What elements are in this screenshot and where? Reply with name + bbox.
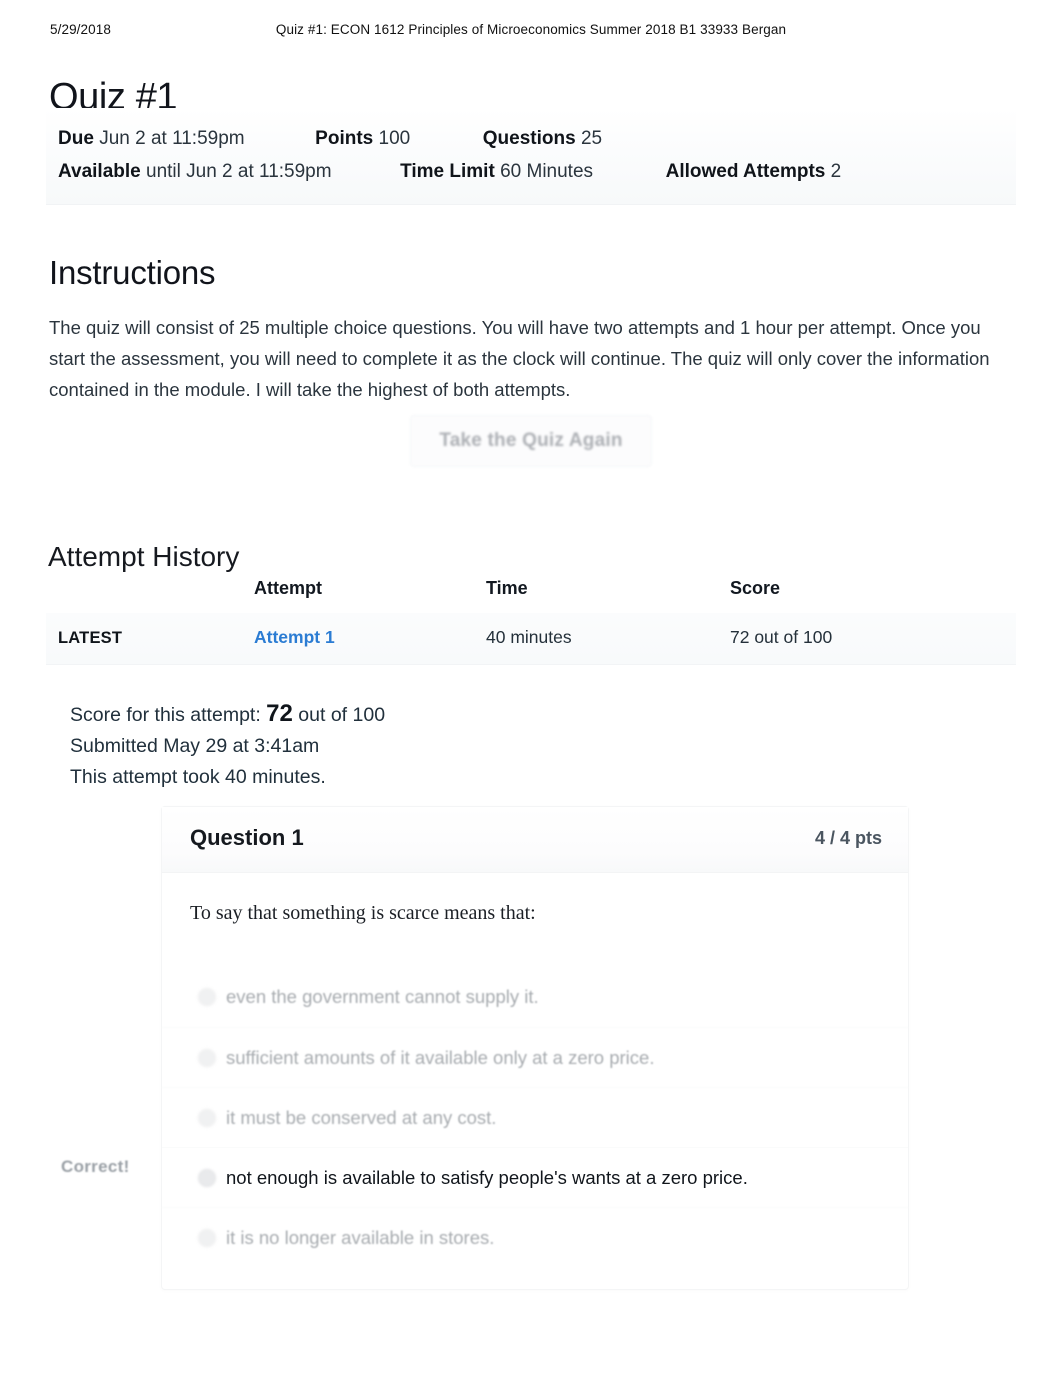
answer-option[interactable]: it must be conserved at any cost. xyxy=(162,1087,908,1147)
available-label: Available xyxy=(58,161,141,182)
score-prefix: Score for this attempt: xyxy=(70,704,261,726)
quiz-details: Due Jun 2 at 11:59pm Points 100 Question… xyxy=(46,108,1016,205)
column-header-attempt: Attempt xyxy=(254,578,322,598)
attempt-1-link[interactable]: Attempt 1 xyxy=(254,627,335,647)
radio-button-icon[interactable] xyxy=(198,1048,216,1067)
attempt-score-cell: 72 out of 100 xyxy=(730,613,1016,665)
answer-option-selected[interactable]: not enough is available to satisfy peopl… xyxy=(162,1147,908,1207)
attempt-latest-flag-cell: LATEST xyxy=(46,613,254,665)
radio-button-icon[interactable] xyxy=(198,1108,216,1127)
answer-option[interactable]: it is no longer available in stores. xyxy=(162,1207,908,1267)
allowed-attempts-value: 2 xyxy=(830,161,842,182)
table-header-row: Attempt Time Score xyxy=(46,572,1016,613)
answer-option-label: even the government cannot supply it. xyxy=(226,986,539,1007)
question-header: Question 1 4 / 4 pts xyxy=(162,807,908,873)
attempt-name-cell: Attempt 1 xyxy=(254,613,486,665)
questions-value: 25 xyxy=(580,128,603,149)
quiz-details-row-2: Available until Jun 2 at 11:59pm Time Li… xyxy=(58,155,1004,188)
submitted-line: Submitted May 29 at 3:41am xyxy=(70,735,320,757)
print-header: 5/29/2018 Quiz #1: ECON 1612 Principles … xyxy=(0,22,1062,42)
answer-option-label: it is no longer available in stores. xyxy=(226,1226,495,1248)
instructions-heading: Instructions xyxy=(49,254,216,292)
answer-option-label: not enough is available to satisfy peopl… xyxy=(226,1166,748,1188)
latest-badge: LATEST xyxy=(58,629,123,647)
allowed-attempts-label: Allowed Attempts xyxy=(665,161,826,182)
attempt-history-head: Attempt Time Score xyxy=(46,572,1016,613)
quiz-details-row-1: Due Jun 2 at 11:59pm Points 100 Question… xyxy=(58,122,1004,155)
time-limit-value: 60 Minutes xyxy=(500,161,594,182)
radio-button-selected-icon[interactable] xyxy=(198,1168,216,1187)
radio-button-icon[interactable] xyxy=(198,1228,216,1247)
points-value: 100 xyxy=(378,128,411,149)
points-label: Points xyxy=(315,128,374,149)
due-label: Due xyxy=(58,128,94,149)
attempt-history-table: Attempt Time Score LATEST Attempt 1 40 m… xyxy=(46,572,1016,665)
column-header-score: Score xyxy=(730,578,781,598)
score-value: 72 xyxy=(266,700,293,727)
score-summary: Score for this attempt: 72 out of 100 Su… xyxy=(70,698,385,793)
question-card: Question 1 4 / 4 pts To say that somethi… xyxy=(161,806,909,1290)
attempt-time-cell: 40 minutes xyxy=(486,613,730,665)
instructions-body: The quiz will consist of 25 multiple cho… xyxy=(49,316,990,400)
answer-option-label: it must be conserved at any cost. xyxy=(226,1106,497,1128)
take-the-quiz-again-button[interactable]: Take the Quiz Again xyxy=(410,415,652,467)
radio-button-icon[interactable] xyxy=(198,988,216,1006)
question-title: Question 1 xyxy=(190,825,304,850)
time-limit-label: Time Limit xyxy=(400,161,495,182)
answer-option[interactable]: even the government cannot supply it. xyxy=(162,967,908,1027)
question-body: To say that something is scarce means th… xyxy=(162,873,908,1289)
duration-line: This attempt took 40 minutes. xyxy=(70,766,326,788)
score-line: Score for this attempt: 72 out of 100 xyxy=(70,698,385,731)
question-prompt: To say that something is scarce means th… xyxy=(190,902,536,924)
answer-option[interactable]: sufficient amounts of it available only … xyxy=(162,1027,908,1087)
question-points: 4 / 4 pts xyxy=(814,828,882,848)
questions-label: Questions xyxy=(482,128,576,149)
retake-button-container: Take the Quiz Again xyxy=(0,415,1062,467)
column-header-time: Time xyxy=(486,578,528,598)
attempt-history-body: LATEST Attempt 1 40 minutes 72 out of 10… xyxy=(46,613,1016,665)
attempt-history-heading: Attempt History xyxy=(48,541,240,573)
print-document-title: Quiz #1: ECON 1612 Principles of Microec… xyxy=(275,22,787,37)
available-value: until Jun 2 at 11:59pm xyxy=(146,161,332,182)
score-suffix: out of 100 xyxy=(298,704,386,726)
answer-options-list: even the government cannot supply it. su… xyxy=(162,967,908,1267)
correct-answer-flag: Correct! xyxy=(61,1157,130,1176)
column-header-flag xyxy=(46,572,254,613)
table-row: LATEST Attempt 1 40 minutes 72 out of 10… xyxy=(46,613,1016,665)
due-value: Jun 2 at 11:59pm xyxy=(99,128,245,149)
answer-option-label: sufficient amounts of it available only … xyxy=(226,1046,655,1068)
